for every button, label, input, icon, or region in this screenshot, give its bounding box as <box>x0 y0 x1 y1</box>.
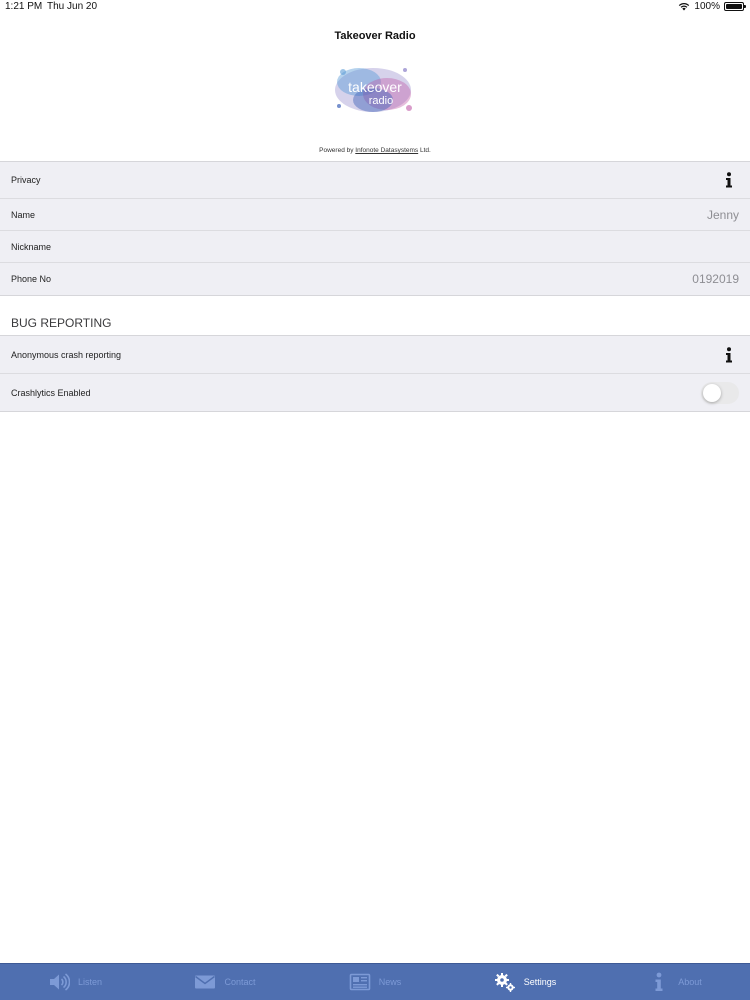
status-bar: 1:21 PM Thu Jun 20 100% <box>0 0 750 16</box>
tab-bar: Listen Contact News Settings About <box>0 963 750 1000</box>
tab-settings-label: Settings <box>523 977 557 987</box>
tab-about-label: About <box>678 977 702 987</box>
crashlytics-label: Crashlytics Enabled <box>11 387 91 398</box>
bug-reporting-header: BUG REPORTING <box>11 316 112 330</box>
anonymous-crash-row[interactable]: Anonymous crash reporting <box>0 336 750 374</box>
envelope-icon <box>195 975 216 989</box>
name-row[interactable]: Name Jenny <box>0 199 750 231</box>
nickname-label: Nickname <box>11 241 52 252</box>
crashlytics-toggle[interactable] <box>701 381 739 404</box>
newspaper-icon <box>349 973 371 991</box>
name-label: Name <box>11 209 36 220</box>
crash-info-icon[interactable] <box>725 346 733 363</box>
tab-about[interactable]: About <box>600 964 750 1000</box>
toggle-knob <box>703 383 721 402</box>
page-title: Takeover Radio <box>334 30 416 42</box>
tab-contact[interactable]: Contact <box>150 964 300 1000</box>
status-indicators: 100% <box>678 1 746 12</box>
privacy-info-icon[interactable] <box>725 172 733 188</box>
profile-settings-group: Privacy Name Jenny Nickname Phone No 019… <box>0 161 750 296</box>
privacy-label: Privacy <box>11 175 41 185</box>
nickname-row[interactable]: Nickname <box>0 231 750 263</box>
status-date: Thu Jun 20 <box>47 1 98 12</box>
tab-settings[interactable]: Settings <box>450 964 600 1000</box>
battery-icon <box>724 2 746 11</box>
takeover-radio-logo: takeover radio <box>335 68 412 112</box>
phone-row[interactable]: Phone No 0192019 <box>0 263 750 295</box>
gears-icon <box>494 973 515 992</box>
logo-text-takeover: takeover <box>348 79 402 95</box>
tab-listen-label: Listen <box>77 977 103 987</box>
info-icon <box>655 972 663 991</box>
infonote-link[interactable]: Infonote Datasystems <box>355 147 418 154</box>
settings-screen: 1:21 PM Thu Jun 20 100% Takeover Radio t… <box>0 0 750 1000</box>
tab-contact-label: Contact <box>224 977 256 987</box>
phone-value[interactable]: 0192019 <box>692 272 739 286</box>
wifi-icon <box>679 2 690 11</box>
tab-listen[interactable]: Listen <box>0 964 150 1000</box>
anonymous-crash-label: Anonymous crash reporting <box>11 349 122 360</box>
logo-text-radio: radio <box>369 95 393 107</box>
powered-prefix: Powered by <box>319 147 356 154</box>
status-time: 1:21 PM <box>5 1 43 12</box>
crashlytics-row: Crashlytics Enabled <box>0 374 750 411</box>
phone-label: Phone No <box>11 274 52 284</box>
tab-news[interactable]: News <box>300 964 450 1000</box>
privacy-row[interactable]: Privacy <box>0 162 750 199</box>
bug-reporting-group: Anonymous crash reporting Crashlytics En… <box>0 335 750 412</box>
battery-percent: 100% <box>694 1 720 12</box>
speaker-icon <box>49 973 70 991</box>
tab-news-label: News <box>378 977 402 987</box>
powered-suffix: Ltd. <box>418 147 431 154</box>
powered-by: Powered by Infonote Datasystems Ltd. <box>0 147 750 154</box>
name-value[interactable]: Jenny <box>707 208 739 222</box>
